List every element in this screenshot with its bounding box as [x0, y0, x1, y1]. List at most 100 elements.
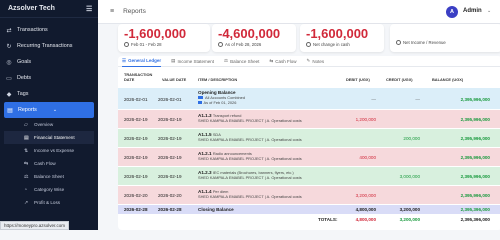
bank-icon	[198, 95, 203, 99]
row-balance: 2,395,996,000	[460, 193, 490, 198]
sidebar-item-tags[interactable]: ◆ Tags	[0, 86, 98, 102]
sidebar-sub-income-expense[interactable]: ⇅ Income vs Expense	[0, 144, 98, 157]
row-desc: Opening Balance All Accounts Combined As…	[198, 90, 245, 105]
user-name[interactable]: Admin	[463, 8, 482, 14]
row-debit: —	[371, 97, 376, 102]
sidebar-item-reports[interactable]: ▤ Reports ⌄	[4, 102, 94, 118]
table-row: 2026-02-01 2026-02-01 Opening Balance Al…	[118, 88, 500, 110]
table-row: 2026-02-19 2026-02-19 A1.1.5 SDA SHED KA…	[118, 129, 500, 148]
col-tx-date-2: DATE	[124, 77, 135, 82]
chevron-down-icon: ⌄	[52, 107, 58, 113]
book-icon: ☰	[122, 57, 127, 63]
sidebar-sub-category-wise[interactable]: ◔ Category Wise	[0, 183, 98, 196]
stat-sub-text: Feb 01 - Feb 28	[131, 42, 162, 47]
row-line2: SHED KAMPALA EMABEL PROJECT | A. Operati…	[198, 194, 302, 199]
row-line2: SHED KAMPALA EMABEL PROJECT | A. Operati…	[198, 137, 302, 142]
row-date: 2026-02-19	[124, 155, 148, 160]
chart-icon: ▤	[7, 107, 13, 114]
col-value-date: VALUE DATE	[162, 77, 187, 82]
stat-card-cash: -1,600,000 Net change in cash	[300, 24, 384, 52]
row-code: Closing Balance	[198, 207, 234, 212]
notes-icon: ✎	[306, 58, 311, 63]
sidebar-item-label: Tags	[17, 91, 29, 97]
row-balance: 2,395,996,000	[460, 117, 490, 122]
col-credit: CREDIT (UGX)	[386, 77, 413, 82]
row-value-date: 2026-02-19	[158, 155, 182, 160]
cash-icon: ⇆	[269, 58, 274, 63]
calendar-icon	[198, 100, 202, 104]
tag-icon: ◆	[6, 91, 12, 98]
status-url: https://moneypro.azsolver.com	[0, 221, 70, 230]
table-row: 2026-02-19 2026-02-19 A1.2.1 Radio annou…	[118, 148, 500, 167]
calendar-icon	[124, 42, 129, 47]
tab-balance-sheet[interactable]: ⚖ Balance Sheet	[224, 56, 259, 67]
sidebar-sub-overview[interactable]: ▱ Overview	[0, 118, 98, 131]
row-desc: A1.1.5 SDA SHED KAMPALA EMABEL PROJECT |…	[198, 132, 302, 142]
totals-label: TOTALS:	[318, 217, 338, 222]
sidebar-sub-financial-statement[interactable]: ▤ Financial Statement	[4, 131, 94, 144]
tab-general-ledger[interactable]: ☰ General Ledger	[122, 56, 162, 67]
sidebar-item-transactions[interactable]: ⇄ Transactions	[0, 22, 98, 38]
col-item: ITEM / DESCRIPTION	[198, 77, 238, 82]
totals-balance: 2,395,396,000	[460, 217, 490, 222]
stat-value: -4,600,000	[218, 26, 281, 41]
stat-card-net-income: Net Income / Revenue	[390, 24, 500, 52]
sub-item-label: Financial Statement	[34, 135, 75, 140]
table-row: 2026-02-20 2026-02-20 A1.1.4 Per diem SH…	[118, 186, 500, 205]
chart-icon	[396, 40, 401, 45]
tab-income-statement[interactable]: ▤ Income Statement	[171, 56, 214, 67]
sidebar-sub-cash-flow[interactable]: ⇆ Cash Flow	[0, 157, 98, 170]
transactions-icon: ⇄	[6, 27, 12, 34]
tab-label: Cash Flow	[275, 58, 297, 64]
overview-icon: ▱	[24, 121, 28, 128]
top-header: ≡ Reports A Admin ⌄	[98, 0, 500, 24]
row-value-date: 2026-02-19	[158, 136, 182, 141]
chevron-down-icon[interactable]: ⌄	[487, 8, 491, 14]
document-icon: ▤	[24, 134, 29, 141]
totals-row: TOTALS: 4,800,000 3,200,000 2,395,396,00…	[118, 216, 500, 226]
row-balance: 2,395,996,000	[460, 97, 490, 102]
sidebar-item-label: Goals	[17, 59, 32, 65]
sub-item-label: Overview	[34, 122, 54, 127]
stat-value: -1,600,000	[306, 26, 369, 41]
row-value-date: 2026-02-01	[158, 97, 182, 102]
app-name: Azsolver Tech	[8, 5, 55, 12]
totals-debit: 4,800,000	[355, 217, 376, 222]
debt-icon: ▭	[6, 75, 12, 82]
row-debit: 400,000	[359, 155, 376, 160]
sub-item-label: Profit & Loss	[34, 200, 61, 205]
sidebar-item-goals[interactable]: ◎ Goals	[0, 54, 98, 70]
row-value-date: 2026-02-20	[158, 193, 182, 198]
sidebar-item-debts[interactable]: ▭ Debts	[0, 70, 98, 86]
recurring-icon: ↻	[6, 43, 12, 50]
tab-cash-flow[interactable]: ⇆ Cash Flow	[269, 56, 296, 67]
col-debit: DEBIT (UGX)	[346, 77, 370, 82]
menu-icon[interactable]: ≡	[110, 8, 114, 15]
pie-icon: ◔	[24, 186, 28, 193]
collapse-icon[interactable]: ☰	[86, 5, 92, 13]
target-icon: ◎	[6, 59, 12, 66]
stat-sub: Feb 01 - Feb 28	[124, 42, 204, 47]
row-value-date: 2026-02-19	[158, 117, 182, 122]
tab-notes[interactable]: ✎ Notes	[307, 56, 325, 67]
page-title: Reports	[123, 8, 146, 15]
row-value-date: 2026-02-19	[158, 174, 182, 179]
table-header: TRANSACTION DATE VALUE DATE ITEM / DESCR…	[118, 71, 500, 87]
row-credit: —	[415, 97, 420, 102]
compare-icon: ⇅	[24, 147, 29, 154]
sidebar-sub-balance-sheet[interactable]: ⚖ Balance Sheet	[0, 170, 98, 183]
sidebar-sub-profit-loss[interactable]: ↗ Profit & Loss	[0, 196, 98, 209]
report-tabs: ☰ General Ledger ▤ Income Statement ⚖ Balan…	[118, 56, 500, 67]
row-debit: 3,200,000	[355, 193, 376, 198]
col-balance: BALANCE (UGX)	[432, 77, 464, 82]
stat-sub-text: Net Income / Revenue	[403, 40, 446, 45]
sidebar-item-label: Reports	[18, 107, 37, 113]
scale-icon: ⚖	[24, 173, 29, 180]
stat-sub-text: As of Feb 28, 2026	[225, 42, 262, 47]
sidebar-item-recurring[interactable]: ↻ Recurring Transactions	[0, 38, 98, 54]
sub-item-label: Category Wise	[34, 187, 65, 192]
cash-icon	[306, 42, 311, 47]
stat-value: -1,600,000	[124, 26, 187, 41]
avatar[interactable]: A	[446, 6, 458, 18]
row-debit: 1,200,000	[355, 117, 376, 122]
